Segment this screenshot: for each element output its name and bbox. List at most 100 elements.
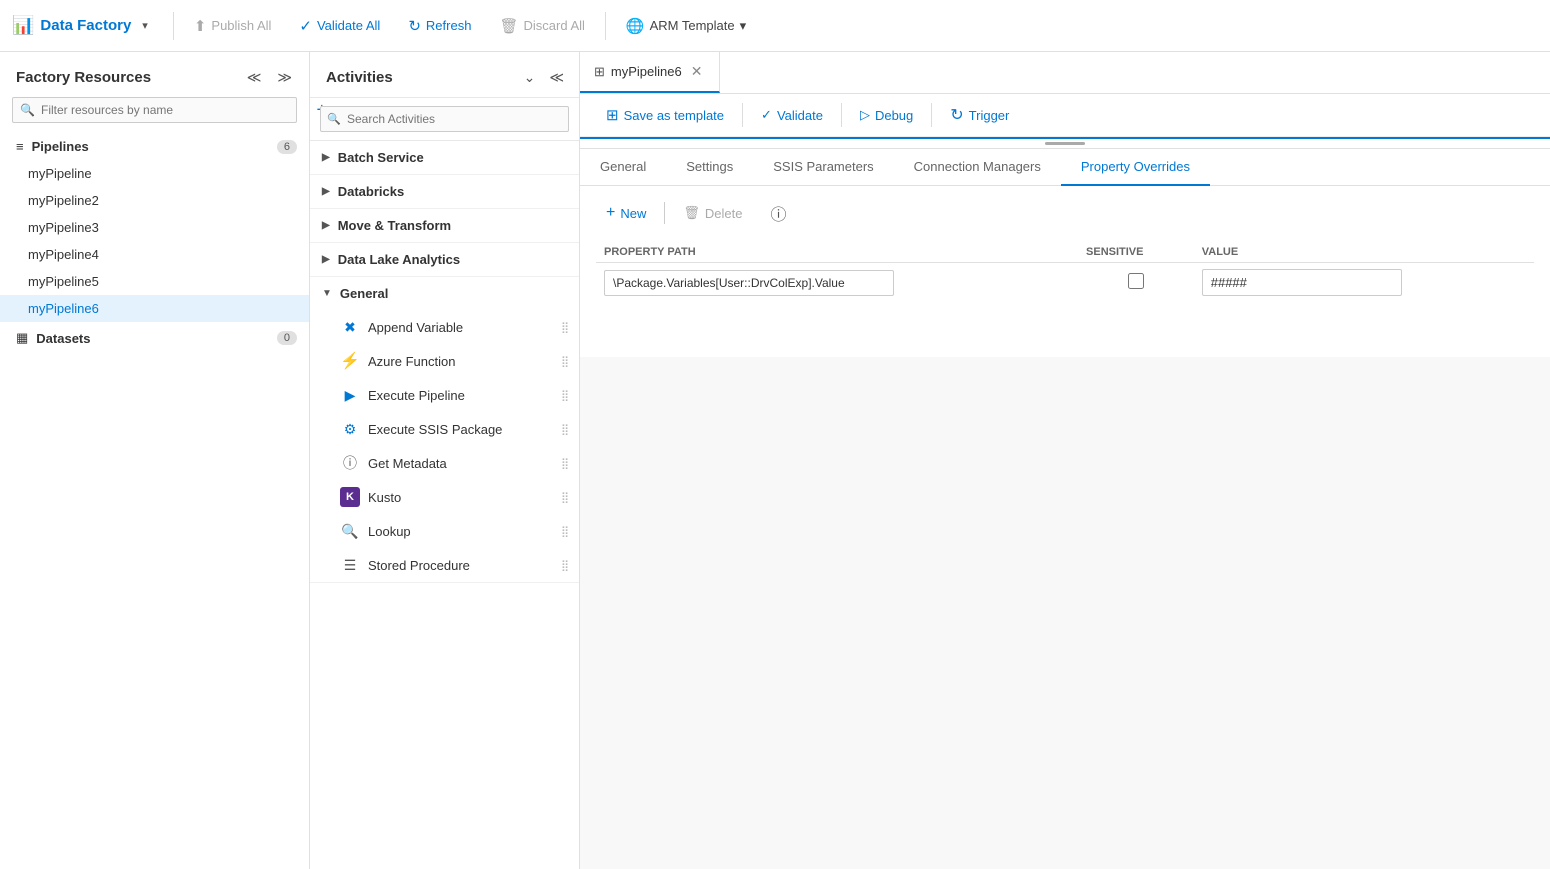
drag-handle-icon: ⣿ bbox=[561, 491, 569, 504]
property-path-input[interactable] bbox=[604, 270, 894, 296]
prop-toolbar: + New 🗑 Delete ⓘ bbox=[596, 196, 1534, 230]
list-item[interactable]: myPipeline4 bbox=[0, 241, 309, 268]
activity-item-get-metadata[interactable]: ⓘ Get Metadata ⣿ bbox=[310, 446, 579, 480]
publish-all-button[interactable]: ⬆ Publish All bbox=[182, 11, 284, 41]
validate-all-button[interactable]: ✓ Validate All bbox=[287, 11, 392, 41]
list-item[interactable]: myPipeline2 bbox=[0, 187, 309, 214]
brand: 📊 Data Factory ▾ bbox=[12, 15, 153, 36]
activities-title: Activities bbox=[326, 69, 393, 86]
drag-handle-icon: ⣿ bbox=[561, 559, 569, 572]
list-item[interactable]: myPipeline5 bbox=[0, 268, 309, 295]
tab-ssis-parameters[interactable]: SSIS Parameters bbox=[753, 149, 893, 186]
brand-icon: 📊 bbox=[12, 15, 34, 36]
toolbar-sep-1 bbox=[742, 103, 743, 127]
delete-icon: 🗑 bbox=[683, 205, 700, 221]
plus-icon: + bbox=[606, 204, 615, 222]
delete-override-button[interactable]: 🗑 Delete bbox=[673, 200, 752, 226]
info-button[interactable]: ⓘ bbox=[760, 196, 796, 230]
panel-resize-handle[interactable] bbox=[580, 139, 1550, 149]
value-input[interactable] bbox=[1202, 269, 1402, 296]
sidebar-expand-icon[interactable]: ≫ bbox=[272, 66, 297, 89]
top-sep-1 bbox=[173, 12, 174, 40]
search-activities-input[interactable] bbox=[320, 106, 569, 132]
activity-item-execute-ssis[interactable]: ⚙ Execute SSIS Package ⣿ bbox=[310, 412, 579, 446]
activity-item-kusto[interactable]: K Kusto ⣿ bbox=[310, 480, 579, 514]
bottom-panel: General Settings SSIS Parameters Connect… bbox=[580, 137, 1550, 357]
activity-group-datalake-header[interactable]: ▶ Data Lake Analytics bbox=[310, 243, 579, 276]
sidebar-section-pipelines[interactable]: ≡ Pipelines 6 bbox=[0, 131, 309, 160]
new-override-button[interactable]: + New bbox=[596, 199, 656, 227]
chevron-right-icon: ▶ bbox=[322, 152, 330, 163]
azure-function-icon: ⚡ bbox=[340, 351, 360, 371]
tab-close-button[interactable]: ✕ bbox=[688, 62, 706, 81]
activities-search-container: 🔍 bbox=[310, 98, 579, 141]
activity-group-databricks-header[interactable]: ▶ Databricks bbox=[310, 175, 579, 208]
get-metadata-icon: ⓘ bbox=[340, 453, 360, 473]
arm-template-button[interactable]: 🌐 ARM Template ▾ bbox=[614, 11, 758, 41]
datasets-icon: ▦ bbox=[16, 330, 28, 346]
pipelines-label: Pipelines bbox=[32, 139, 89, 154]
sidebar-title: Factory Resources bbox=[16, 69, 151, 86]
save-as-template-button[interactable]: ⊞ Save as template bbox=[596, 101, 734, 129]
discard-all-button[interactable]: 🗑 Discard All bbox=[487, 11, 596, 41]
list-item[interactable]: myPipeline6 bbox=[0, 295, 309, 322]
trigger-button[interactable]: ↻ Trigger bbox=[940, 100, 1019, 130]
list-item[interactable]: myPipeline3 bbox=[0, 214, 309, 241]
drag-handle-icon: ⣿ bbox=[561, 457, 569, 470]
pipelines-count: 6 bbox=[277, 140, 297, 154]
brand-dropdown[interactable]: ▾ bbox=[137, 16, 153, 35]
datasets-label: Datasets bbox=[36, 331, 90, 346]
activity-group-general: ▼ General ✖ Append Variable ⣿ ⚡ Azure Fu… bbox=[310, 277, 579, 583]
canvas-body-wrap: Execute SSIS Package Execute SSIS Packag… bbox=[580, 137, 1550, 869]
debug-icon: ▷ bbox=[860, 107, 870, 123]
debug-button[interactable]: ▷ Debug bbox=[850, 102, 923, 128]
drag-handle-icon: ⣿ bbox=[561, 355, 569, 368]
main-layout: Factory Resources ≪ ≫ 🔍 + ≡ Pipelines 6 … bbox=[0, 52, 1550, 869]
execute-pipeline-icon: ▶ bbox=[340, 385, 360, 405]
activity-group-move: ▶ Move & Transform bbox=[310, 209, 579, 243]
activity-group-batch-header[interactable]: ▶ Batch Service bbox=[310, 141, 579, 174]
tab-connection-managers[interactable]: Connection Managers bbox=[894, 149, 1061, 186]
activity-item-azure-function[interactable]: ⚡ Azure Function ⣿ bbox=[310, 344, 579, 378]
sensitive-checkbox[interactable] bbox=[1128, 273, 1144, 289]
search-icon: 🔍 bbox=[20, 103, 35, 117]
activity-item-append-variable[interactable]: ✖ Append Variable ⣿ bbox=[310, 310, 579, 344]
activities-close-btn[interactable]: ≪ bbox=[544, 66, 569, 89]
chevron-right-icon: ▶ bbox=[322, 254, 330, 265]
chevron-right-icon: ▶ bbox=[322, 186, 330, 197]
list-item[interactable]: myPipeline bbox=[0, 160, 309, 187]
execute-ssis-icon: ⚙ bbox=[340, 419, 360, 439]
save-template-icon: ⊞ bbox=[606, 106, 619, 124]
canvas-toolbar: ⊞ Save as template ✓ Validate ▷ Debug ↻ … bbox=[580, 94, 1550, 137]
sidebar-collapse-icon[interactable]: ≪ bbox=[242, 66, 267, 89]
toolbar-sep-2 bbox=[841, 103, 842, 127]
filter-resources-input[interactable] bbox=[12, 97, 297, 123]
bottom-tabs: General Settings SSIS Parameters Connect… bbox=[580, 149, 1550, 186]
tab-property-overrides[interactable]: Property Overrides bbox=[1061, 149, 1210, 186]
property-overrides-table: PROPERTY PATH SENSITIVE VALUE bbox=[596, 242, 1534, 302]
refresh-button[interactable]: ↻ Refresh bbox=[396, 11, 483, 41]
sidebar-header-icons: ≪ ≫ bbox=[242, 66, 297, 89]
datasets-count: 0 bbox=[277, 331, 297, 345]
activity-group-general-header[interactable]: ▼ General bbox=[310, 277, 579, 310]
activity-item-lookup[interactable]: 🔍 Lookup ⣿ bbox=[310, 514, 579, 548]
tab-general[interactable]: General bbox=[580, 149, 666, 186]
activity-item-stored-procedure[interactable]: ☰ Stored Procedure ⣿ bbox=[310, 548, 579, 582]
activity-item-execute-pipeline[interactable]: ▶ Execute Pipeline ⣿ bbox=[310, 378, 579, 412]
activities-header: Activities ⌄ ≪ bbox=[310, 52, 579, 98]
activity-group-move-header[interactable]: ▶ Move & Transform bbox=[310, 209, 579, 242]
value-cell bbox=[1194, 263, 1534, 303]
chevron-down-icon: ▼ bbox=[322, 288, 332, 299]
tab-settings[interactable]: Settings bbox=[666, 149, 753, 186]
drag-handle-icon: ⣿ bbox=[561, 321, 569, 334]
top-bar: 📊 Data Factory ▾ ⬆ Publish All ✓ Validat… bbox=[0, 0, 1550, 52]
property-path-cell bbox=[596, 263, 1078, 303]
pipeline-tab[interactable]: ⊞ myPipeline6 ✕ bbox=[580, 52, 720, 93]
chevron-right-icon: ▶ bbox=[322, 220, 330, 231]
col-header-value: VALUE bbox=[1194, 242, 1534, 263]
trigger-icon: ↻ bbox=[950, 105, 963, 125]
sidebar-section-datasets[interactable]: ▦ Datasets 0 bbox=[0, 322, 309, 352]
validate-button[interactable]: ✓ Validate bbox=[751, 102, 833, 128]
kusto-icon: K bbox=[340, 487, 360, 507]
activities-collapse-btn[interactable]: ⌄ bbox=[519, 66, 541, 89]
